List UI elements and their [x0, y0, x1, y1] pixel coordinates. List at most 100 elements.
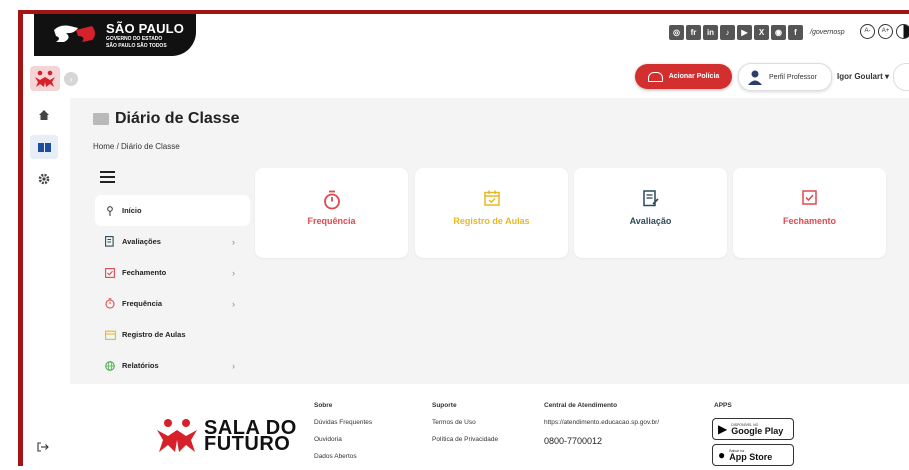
siren-icon — [647, 71, 663, 82]
logout-button[interactable] — [37, 439, 49, 457]
instagram-icon[interactable]: ◉ — [771, 25, 786, 40]
user-menu[interactable]: Igor Goulart ▾ — [837, 72, 889, 81]
menu-toggle-icon[interactable] — [100, 171, 115, 183]
menu-item-label: Início — [122, 206, 142, 215]
gov-title: SÃO PAULO — [106, 21, 185, 36]
linkedin-icon[interactable]: in — [703, 25, 718, 40]
card-registro-de-aulas[interactable]: Registro de Aulas — [415, 168, 568, 258]
page-title: Diário de Classe — [93, 110, 240, 128]
logo-line-2: FUTURO — [204, 433, 291, 455]
gov-slogan: SÃO PAULO SÃO TODOS — [106, 43, 167, 49]
social-links: ◎ fr in ♪ ▶ X ◉ f — [669, 25, 803, 40]
book-icon — [37, 142, 51, 152]
globe-icon — [104, 360, 116, 371]
flickr-icon[interactable]: fr — [686, 25, 701, 40]
chevron-right-icon: › — [232, 298, 235, 309]
nav-home[interactable] — [30, 103, 58, 127]
diario-menu: Início Avaliações › Fechamento › Frequên… — [95, 195, 250, 381]
police-button-label: Acionar Polícia — [668, 73, 720, 80]
gov-subtitle: GOVERNO DO ESTADO — [106, 36, 163, 42]
sao-paulo-logo[interactable]: SÃO PAULO GOVERNO DO ESTADO SÃO PAULO SÃ… — [34, 14, 196, 56]
play-store-icon: ▶ — [718, 422, 728, 436]
footer-link-privacidade[interactable]: Política de Privacidade — [432, 436, 498, 453]
calendar-check-icon — [415, 190, 568, 206]
book-icon — [93, 113, 109, 125]
card-label: Frequência — [307, 216, 356, 226]
document-edit-icon — [574, 190, 727, 207]
apple-icon: ● — [718, 448, 726, 462]
page-title-text: Diário de Classe — [115, 110, 240, 127]
apps-title: APPS — [714, 402, 732, 409]
footer-link-duvidas[interactable]: Dúvidas Frequentes — [314, 419, 372, 436]
menu-item-label: Relatórios — [122, 361, 159, 370]
menu-item-fechamento[interactable]: Fechamento › — [95, 257, 250, 288]
profile-label: Perfil Professor — [769, 73, 817, 81]
footer-link-suporte[interactable]: Suporte — [432, 402, 498, 419]
footer-link-ouvidoria[interactable]: Ouvidoria — [314, 436, 372, 453]
pin-icon — [104, 205, 116, 216]
font-increase-icon[interactable]: A+ — [878, 24, 893, 39]
footer-links-col2: Suporte Termos de Uso Política de Privac… — [432, 402, 498, 453]
footer-link-sobre[interactable]: Sobre — [314, 402, 372, 419]
whatsapp-icon[interactable]: ◎ — [669, 25, 684, 40]
tiktok-icon[interactable]: ♪ — [720, 25, 735, 40]
app-store-badge[interactable]: ● Baixar na App Store — [712, 444, 794, 466]
sala-do-futuro-mini-logo[interactable] — [30, 66, 60, 91]
footer-link-dados-abertos[interactable]: Dados Abertos — [314, 453, 372, 470]
chevron-right-icon: › — [232, 236, 235, 247]
card-label: Fechamento — [782, 216, 836, 226]
youtube-icon[interactable]: ▶ — [737, 25, 752, 40]
apple-big-text: App Store — [729, 451, 773, 462]
menu-item-avaliacoes[interactable]: Avaliações › — [95, 226, 250, 257]
card-label: Registro de Aulas — [453, 216, 530, 226]
clipboard-icon — [104, 236, 116, 247]
acionar-policia-button[interactable]: Acionar Polícia — [635, 64, 732, 89]
profile-button[interactable]: Perfil Professor — [738, 63, 832, 91]
footer-link-termos[interactable]: Termos de Uso — [432, 419, 498, 436]
menu-item-label: Registro de Aulas — [122, 330, 186, 339]
gear-icon — [38, 173, 50, 185]
collapse-sidebar-button[interactable]: › — [64, 72, 78, 86]
stopwatch-icon — [104, 298, 116, 309]
frame-margin — [0, 0, 18, 466]
footer-links-col1: Sobre Dúvidas Frequentes Ouvidoria Dados… — [314, 402, 372, 470]
card-fechamento[interactable]: Fechamento — [733, 168, 886, 258]
support-phone: 0800-7700012 — [544, 436, 603, 446]
support-url[interactable]: https://atendimento.educacao.sp.gov.br/ — [544, 419, 659, 436]
contrast-icon[interactable] — [896, 24, 909, 39]
gov-handle: /governosp — [810, 29, 845, 36]
sp-map-icon — [54, 25, 95, 42]
check-box-icon — [733, 190, 886, 205]
people-icon — [157, 419, 197, 452]
card-frequencia[interactable]: Frequência — [255, 168, 408, 258]
logout-icon — [37, 442, 49, 452]
teacher-avatar-icon — [748, 70, 762, 85]
menu-item-label: Frequência — [122, 299, 163, 308]
sala-do-futuro-logo: SALA DO FUTURO — [156, 418, 297, 454]
menu-item-registro-de-aulas[interactable]: Registro de Aulas — [95, 319, 250, 350]
menu-item-inicio[interactable]: Início — [95, 195, 250, 226]
menu-item-relatorios[interactable]: Relatórios › — [95, 350, 250, 381]
chevron-right-icon: › — [232, 267, 235, 278]
stopwatch-icon — [255, 190, 408, 210]
google-play-badge[interactable]: ▶ DISPONÍVEL NO Google Play — [712, 418, 794, 440]
chevron-right-icon: › — [232, 360, 235, 371]
card-avaliacao[interactable]: Avaliação — [574, 168, 727, 258]
x-icon[interactable]: X — [754, 25, 769, 40]
font-decrease-icon[interactable]: A- — [860, 24, 875, 39]
breadcrumb[interactable]: Home / Diário de Classe — [93, 142, 180, 151]
people-icon — [35, 70, 55, 87]
apps-heading-wrap: APPS — [714, 402, 732, 419]
support-title: Central de Atendimento — [544, 402, 618, 409]
menu-item-label: Avaliações — [122, 237, 161, 246]
footer-support: Central de Atendimento https://atendimen… — [544, 402, 659, 453]
google-big-text: Google Play — [731, 425, 784, 436]
menu-item-frequencia[interactable]: Frequência › — [95, 288, 250, 319]
calendar-icon — [104, 330, 116, 340]
facebook-icon[interactable]: f — [788, 25, 803, 40]
nav-settings[interactable] — [30, 167, 58, 191]
accessibility-controls: A- A+ — [860, 24, 909, 39]
card-label: Avaliação — [629, 216, 672, 226]
nav-diario[interactable] — [30, 135, 58, 159]
sala-logo-text: SALA DO FUTURO — [204, 418, 297, 455]
